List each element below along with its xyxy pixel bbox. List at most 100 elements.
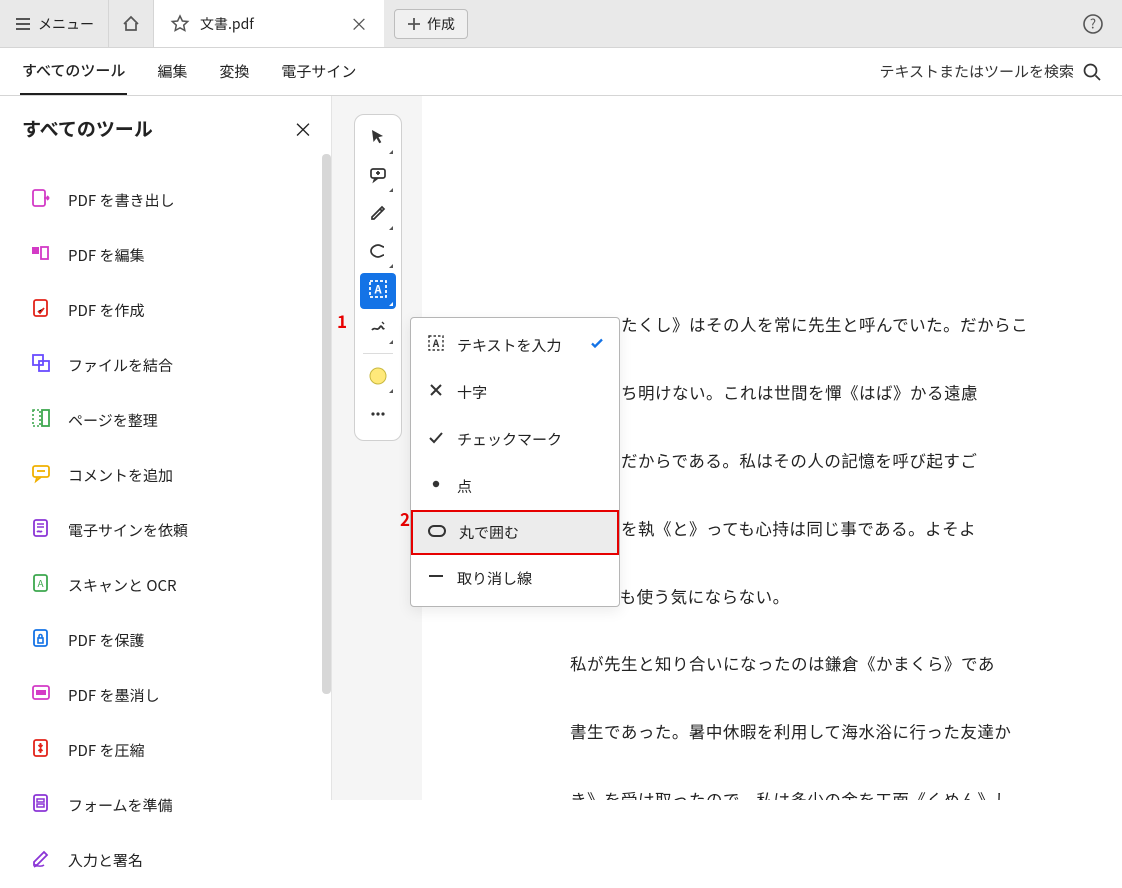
popup-item-cross[interactable]: 十字 [411,369,619,416]
annotation-2: 2 [400,506,410,531]
tab-convert[interactable]: 変換 [217,49,251,94]
quickbar-separator [363,353,393,354]
select-tool[interactable] [360,121,396,157]
popup-item-dot[interactable]: 点 [411,463,619,510]
more-tools[interactable] [360,398,396,434]
color-swatch[interactable] [360,360,396,396]
popup-item-label: 十字 [457,382,487,403]
circle-icon [427,522,447,543]
organize-icon [30,407,52,434]
check-icon [427,428,445,451]
redact-icon [30,682,52,709]
cross-icon [427,381,445,404]
sidebar-item-label: ページを整理 [68,410,158,431]
sidebar-item-export[interactable]: PDF を書き出し [22,173,313,228]
sidebar-item-combine[interactable]: ファイルを結合 [22,338,313,393]
sidebar-item-compress[interactable]: PDF を圧縮 [22,723,313,778]
sidebar-title: すべてのツール [22,115,153,142]
popup-item-label: テキストを入力 [457,335,562,356]
sidebar-item-fillsign[interactable]: 入力と署名 [22,833,313,888]
tab-esign[interactable]: 電子サイン [279,49,358,94]
search-icon [1082,62,1102,82]
sidebar-item-organize[interactable]: ページを整理 [22,393,313,448]
sidebar-close-button[interactable]: × [293,114,313,143]
sidebar-item-redact[interactable]: PDF を墨消し [22,668,313,723]
sidebar-item-label: フォームを準備 [68,795,173,816]
hamburger-menu-button[interactable]: メニュー [0,0,109,47]
chevron-down-icon [389,150,393,154]
document-paragraph: 書生であった。暑中休暇を利用して海水浴に行った友達か [570,719,1122,748]
edit-icon [30,242,52,269]
popup-item-check[interactable]: チェックマーク [411,416,619,463]
eraser-tool[interactable] [360,235,396,271]
textbox-tool-icon: A [368,279,388,304]
compress-icon [30,737,52,764]
document-paragraph: 私が先生と知り合いになったのは鎌倉《かまくら》であ [570,651,1122,680]
search-placeholder-text: テキストまたはツールを検索 [879,61,1074,82]
document-paragraph: はとても使う気にならない。 [570,584,1122,613]
svg-text:?: ? [1090,13,1096,32]
popup-item-strike[interactable]: 取り消し線 [411,555,619,602]
sidebar-item-esign[interactable]: 電子サインを依頼 [22,503,313,558]
document-paragraph: 名は打ち明けない。これは世間を憚《はば》かる遠慮 [570,380,1122,409]
sidebar-item-label: PDF を編集 [68,245,144,266]
scan-icon: A [30,572,52,599]
annotation-1: 1 [337,308,347,333]
fill-sign-popup: A テキストを入力十字チェックマーク点丸で囲む取り消し線 [410,317,620,607]
create-icon [30,297,52,324]
help-icon: ? [1082,13,1104,35]
eraser-tool-icon [369,242,387,265]
svg-text:A: A [373,281,382,297]
chevron-down-icon [389,389,393,393]
document-tab[interactable]: 文書.pdf × [154,0,384,47]
more-tools-icon [369,405,387,428]
popup-item-text[interactable]: A テキストを入力 [411,322,619,369]
sidebar-item-scan[interactable]: Aスキャンと OCR [22,558,313,613]
popup-item-label: チェックマーク [457,429,562,450]
tab-all-tools[interactable]: すべてのツール [20,48,127,95]
search-area[interactable]: テキストまたはツールを検索 [879,61,1102,82]
tab-edit[interactable]: 編集 [155,49,189,94]
sidebar-scrollbar[interactable] [322,154,331,694]
comment-icon [30,462,52,489]
help-button[interactable]: ? [1064,0,1122,47]
hamburger-icon [14,15,32,33]
chevron-down-icon [389,226,393,230]
tab-close-button[interactable]: × [350,11,368,37]
comment-tool[interactable] [360,159,396,195]
protect-icon [30,627,52,654]
highlight-tool[interactable] [360,197,396,233]
chevron-down-icon [389,264,393,268]
esign-icon [30,517,52,544]
home-button[interactable] [109,0,154,47]
plus-icon [407,17,421,31]
comment-tool-icon [369,166,387,189]
popup-item-label: 丸で囲む [459,522,519,543]
combine-icon [30,352,52,379]
chevron-down-icon [389,188,393,192]
sidebar-item-label: PDF を圧縮 [68,740,144,761]
document-paragraph: て自然だからである。私はその人の記憶を呼び起すご [570,448,1122,477]
svg-text:A: A [37,575,44,590]
sidebar-item-create[interactable]: PDF を作成 [22,283,313,338]
sign-tool-icon [369,318,387,341]
sidebar-item-label: PDF を書き出し [68,190,174,211]
sign-tool[interactable] [360,311,396,347]
sidebar-item-protect[interactable]: PDF を保護 [22,613,313,668]
chevron-down-icon [389,302,393,306]
textbox-tool[interactable]: A [360,273,396,309]
chevron-down-icon [389,340,393,344]
sidebar-item-label: PDF を保護 [68,630,144,651]
svg-text:A: A [432,335,440,350]
export-icon [30,187,52,214]
new-tab-button[interactable]: 作成 [394,9,468,39]
sidebar-item-form[interactable]: フォームを準備 [22,778,313,833]
dot-icon [427,475,445,498]
check-icon [589,335,605,356]
popup-item-circle[interactable]: 丸で囲む [411,510,619,555]
sidebar-item-edit[interactable]: PDF を編集 [22,228,313,283]
sidebar-item-comment[interactable]: コメントを追加 [22,448,313,503]
strike-icon [427,567,445,590]
menu-label: メニュー [38,14,94,34]
fillsign-icon [30,847,52,874]
